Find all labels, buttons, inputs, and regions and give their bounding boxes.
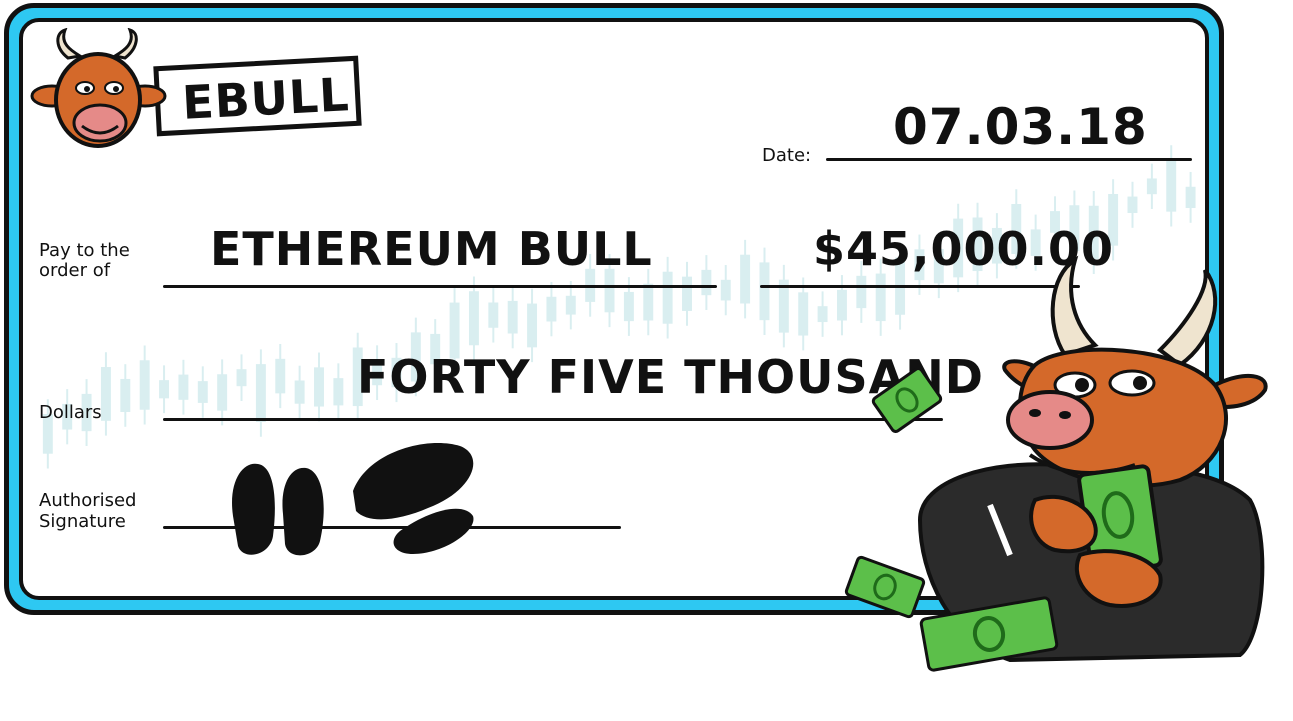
background-candle-body	[1166, 159, 1177, 212]
date-line	[826, 158, 1192, 161]
background-candle-body	[178, 374, 189, 400]
dollars-line	[163, 418, 943, 421]
background-candle-body	[701, 269, 712, 296]
background-candle-body	[1127, 196, 1138, 214]
background-candle-body	[798, 292, 809, 336]
background-candle-body	[314, 367, 324, 407]
date-value: 07.03.18	[893, 98, 1148, 156]
payee-label-line2: order of	[39, 260, 111, 281]
payee-label-line1: Pay to the	[39, 240, 130, 261]
background-candle-body	[236, 369, 247, 387]
payee-line	[163, 285, 717, 288]
background-candle-body	[623, 291, 634, 322]
background-candle-body	[100, 367, 111, 421]
background-candle-body	[217, 374, 228, 411]
logo-wordmark: EBULL	[180, 67, 351, 130]
dollars-label: Dollars	[39, 402, 102, 423]
signature-label-line1: Authorised	[39, 490, 137, 511]
background-candle-body	[275, 358, 286, 394]
background-candle-body	[682, 276, 692, 311]
hoof-print-signature-icon	[232, 443, 474, 556]
background-candle-body	[1185, 186, 1196, 209]
money-bill-icon	[919, 596, 1059, 672]
background-candle-body	[333, 378, 344, 406]
background-candle-body	[565, 295, 576, 315]
background-candle-body	[817, 306, 828, 323]
background-candle-body	[720, 279, 731, 301]
background-candle-body	[759, 262, 770, 321]
background-candle-body	[255, 364, 266, 422]
background-candle-body	[662, 271, 673, 324]
background-candle-body	[120, 378, 131, 412]
background-candle-body	[527, 303, 538, 348]
background-candle-body	[468, 291, 479, 346]
background-candle-body	[546, 296, 557, 322]
bull-mascot-logo	[30, 28, 167, 148]
date-label: Date:	[762, 145, 812, 166]
background-candle-body	[836, 289, 847, 321]
background-candle-body	[643, 283, 654, 321]
background-candle-body	[507, 300, 518, 334]
background-candle-body	[139, 360, 150, 410]
background-candle-body	[488, 302, 499, 328]
brand-logo: EBULL	[30, 28, 370, 158]
background-candle-body	[740, 254, 751, 304]
logo-wordmark-box: EBULL	[153, 55, 362, 137]
background-candle-body	[294, 380, 305, 404]
payee-value: ETHEREUM BULL	[210, 222, 653, 276]
background-candle-body	[1146, 178, 1157, 195]
money-bill-icon	[871, 368, 943, 433]
background-candle-body	[159, 380, 170, 399]
signature-label-line2: Signature	[39, 511, 126, 532]
background-candle-body	[197, 381, 208, 403]
